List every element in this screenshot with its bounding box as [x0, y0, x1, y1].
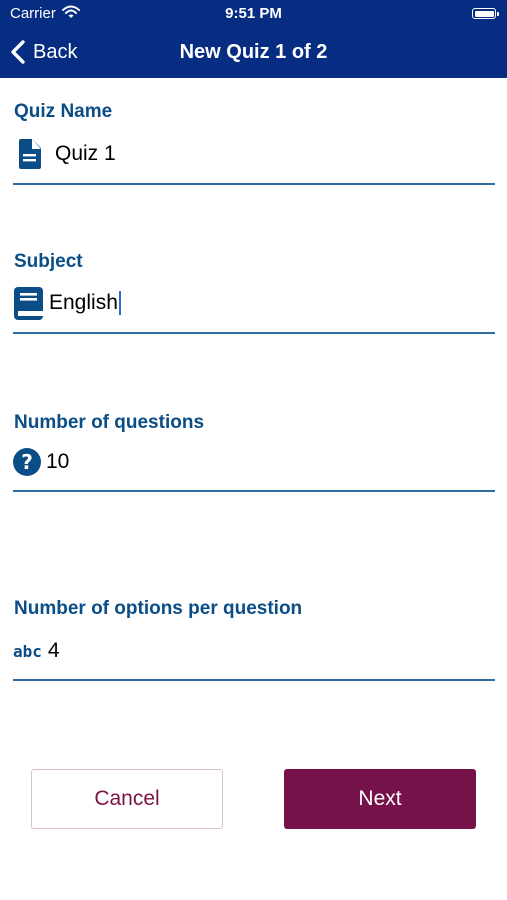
- subject-value: English: [49, 291, 118, 314]
- subject-input[interactable]: English: [49, 291, 121, 315]
- quiz-name-field[interactable]: Quiz 1: [13, 136, 495, 172]
- subject-field[interactable]: English: [13, 285, 495, 321]
- next-button[interactable]: Next: [284, 769, 476, 829]
- num-options-underline: [13, 679, 495, 681]
- navigation-header: Carrier 9:51 PM Back New Quiz 1 of 2: [0, 0, 507, 78]
- book-icon: [13, 286, 43, 320]
- svg-text:?: ?: [21, 450, 33, 474]
- status-time: 9:51 PM: [225, 5, 282, 22]
- battery-icon: [472, 8, 499, 19]
- subject-label: Subject: [14, 251, 83, 272]
- quiz-name-underline: [13, 183, 495, 185]
- subject-underline: [13, 332, 495, 334]
- abc-icon: abc: [13, 641, 42, 661]
- question-circle-icon: ?: [13, 448, 41, 476]
- num-options-field[interactable]: abc 4: [13, 633, 495, 669]
- quiz-name-label: Quiz Name: [14, 101, 113, 122]
- quiz-name-input[interactable]: Quiz 1: [55, 142, 116, 166]
- document-icon: [13, 139, 47, 169]
- num-questions-underline: [13, 490, 495, 492]
- num-questions-field[interactable]: ? 10: [13, 444, 495, 480]
- num-options-label: Number of options per question: [14, 598, 303, 619]
- num-questions-label: Number of questions: [14, 412, 205, 433]
- page-title: New Quiz 1 of 2: [179, 41, 328, 63]
- text-cursor: [118, 291, 121, 315]
- num-questions-input[interactable]: 10: [46, 450, 69, 474]
- cancel-button[interactable]: Cancel: [31, 769, 223, 829]
- num-options-input[interactable]: 4: [48, 639, 60, 663]
